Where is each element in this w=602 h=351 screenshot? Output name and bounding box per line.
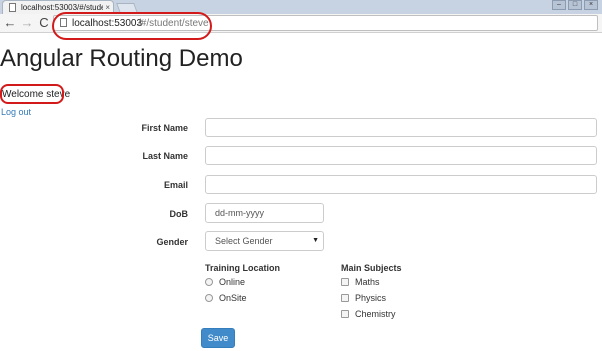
last-name-label: Last Name (142, 151, 188, 161)
url-host: localhost:53003 (72, 18, 143, 29)
radio-button[interactable] (205, 278, 213, 286)
checkbox-label: Chemistry (355, 309, 396, 319)
radio-label: Online (219, 277, 246, 287)
browser-tab[interactable]: localhost:53003/#/studen × (2, 0, 114, 14)
checkbox[interactable] (341, 294, 349, 302)
page-title: Angular Routing Demo (0, 45, 243, 72)
url-path: /#/student/steve (138, 18, 209, 29)
checkbox[interactable] (341, 310, 349, 318)
training-location-label: Training Location (205, 263, 281, 273)
close-window-button[interactable]: × (584, 0, 598, 10)
gender-select[interactable]: Select Gender ▼ (205, 231, 324, 251)
back-arrow-icon[interactable]: ← (3, 15, 17, 31)
save-button[interactable]: Save (201, 328, 235, 348)
email-input[interactable] (205, 175, 597, 194)
page-icon (60, 18, 67, 27)
minimize-button[interactable]: – (552, 0, 566, 10)
tab-title: localhost:53003/#/studen (21, 3, 103, 12)
first-name-label: First Name (141, 123, 188, 133)
browser-toolbar: ← → C localhost:53003 /#/student/steve (0, 14, 602, 33)
new-tab-button[interactable] (116, 3, 138, 13)
checkbox-label: Maths (355, 277, 380, 287)
logout-link[interactable]: Log out (1, 106, 31, 118)
address-bar[interactable]: localhost:53003 /#/student/steve (53, 15, 598, 31)
radio-button[interactable] (205, 294, 213, 302)
maximize-button[interactable]: □ (568, 0, 582, 10)
welcome-text: Welcome steve (2, 89, 71, 100)
window-controls: – □ × (550, 0, 598, 12)
chevron-down-icon: ▼ (312, 237, 319, 244)
main-subjects-label: Main Subjects (341, 263, 402, 273)
close-tab-icon[interactable]: × (105, 2, 110, 13)
tab-strip: localhost:53003/#/studen × – □ × (0, 0, 602, 14)
dob-label: DoB (169, 209, 189, 219)
browser-window: localhost:53003/#/studen × – □ × ← → C l… (0, 0, 602, 351)
last-name-input[interactable] (205, 146, 597, 165)
first-name-input[interactable] (205, 118, 597, 137)
checkbox-label: Physics (355, 293, 387, 303)
email-label: Email (163, 180, 188, 190)
reload-icon[interactable]: C (37, 15, 51, 31)
dob-input[interactable]: dd-mm-yyyy (205, 203, 324, 223)
page-icon (9, 3, 16, 12)
forward-arrow-icon[interactable]: → (20, 15, 34, 31)
radio-label: OnSite (219, 293, 247, 303)
gender-label: Gender (156, 237, 188, 247)
checkbox[interactable] (341, 278, 349, 286)
gender-selected-value: Select Gender (215, 236, 273, 246)
